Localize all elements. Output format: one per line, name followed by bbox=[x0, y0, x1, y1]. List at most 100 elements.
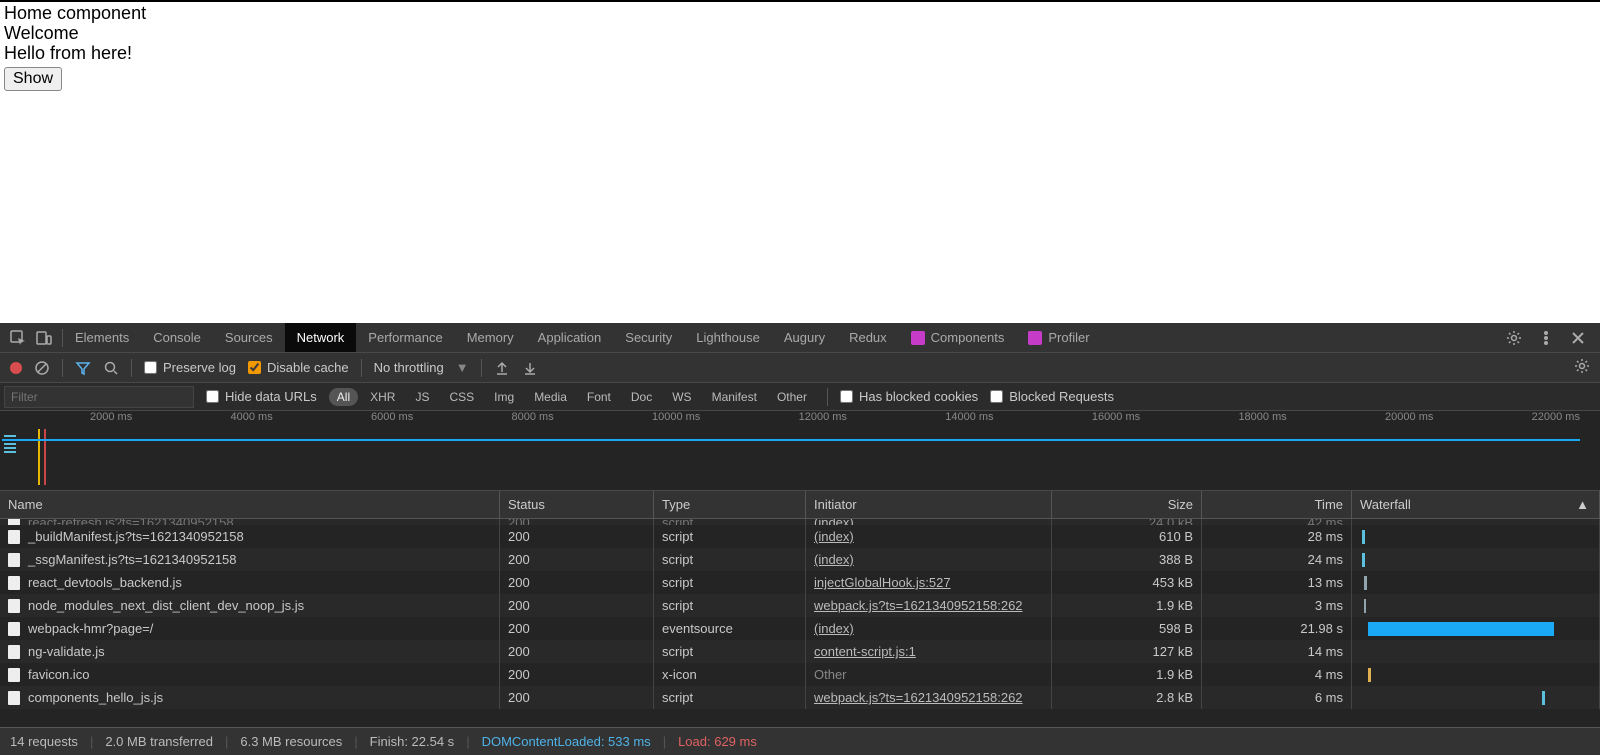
initiator-link[interactable]: (index) bbox=[814, 621, 854, 636]
blocked-requests-checkbox[interactable]: Blocked Requests bbox=[990, 389, 1114, 404]
waterfall-bar bbox=[1368, 622, 1554, 636]
table-row[interactable]: react_devtools_backend.js 200 script inj… bbox=[0, 571, 1600, 594]
tab-console[interactable]: Console bbox=[141, 323, 213, 352]
tab-security[interactable]: Security bbox=[613, 323, 684, 352]
initiator-link[interactable]: injectGlobalHook.js:527 bbox=[814, 575, 951, 590]
filter-type-js[interactable]: JS bbox=[407, 388, 437, 406]
file-icon bbox=[8, 691, 20, 705]
table-row[interactable]: ng-validate.js 200 script content-script… bbox=[0, 640, 1600, 663]
close-icon[interactable] bbox=[1570, 330, 1586, 346]
table-row[interactable]: _buildManifest.js?ts=1621340952158 200 s… bbox=[0, 525, 1600, 548]
kebab-menu-icon[interactable] bbox=[1538, 330, 1554, 346]
tab-sources[interactable]: Sources bbox=[213, 323, 285, 352]
tab-memory[interactable]: Memory bbox=[455, 323, 526, 352]
waterfall-bar bbox=[1368, 668, 1371, 682]
filter-type-xhr[interactable]: XHR bbox=[362, 388, 403, 406]
sort-asc-icon: ▲ bbox=[1576, 497, 1589, 512]
page-heading: Home component bbox=[4, 4, 1596, 24]
page-text: Hello from here! bbox=[4, 44, 1596, 64]
search-icon[interactable] bbox=[103, 360, 119, 376]
has-blocked-cookies-checkbox[interactable]: Has blocked cookies bbox=[840, 389, 978, 404]
initiator-link[interactable]: (index) bbox=[814, 552, 854, 567]
status-dcl: DOMContentLoaded: 533 ms bbox=[482, 734, 651, 749]
record-icon[interactable] bbox=[10, 362, 22, 374]
tab-lighthouse[interactable]: Lighthouse bbox=[684, 323, 772, 352]
tab-elements[interactable]: Elements bbox=[63, 323, 141, 352]
col-header-time[interactable]: Time bbox=[1202, 491, 1352, 518]
network-table-header: Name Status Type Initiator Size Time Wat… bbox=[0, 491, 1600, 519]
waterfall-bar bbox=[1362, 553, 1365, 567]
tab-augury[interactable]: Augury bbox=[772, 323, 837, 352]
waterfall-bar bbox=[1542, 691, 1545, 705]
chevron-down-icon[interactable]: ▼ bbox=[456, 360, 469, 375]
filter-type-other[interactable]: Other bbox=[769, 388, 815, 406]
show-button[interactable]: Show bbox=[4, 67, 62, 91]
preserve-log-checkbox[interactable]: Preserve log bbox=[144, 360, 236, 375]
file-icon bbox=[8, 645, 20, 659]
tab-application[interactable]: Application bbox=[526, 323, 614, 352]
network-settings-gear-icon[interactable] bbox=[1574, 358, 1590, 374]
file-icon bbox=[8, 599, 20, 613]
table-row[interactable]: node_modules_next_dist_client_dev_noop_j… bbox=[0, 594, 1600, 617]
col-header-type[interactable]: Type bbox=[654, 491, 806, 518]
page-text: Welcome bbox=[4, 24, 1596, 44]
status-requests: 14 requests bbox=[10, 734, 78, 749]
initiator-link[interactable]: content-script.js:1 bbox=[814, 644, 916, 659]
network-timeline[interactable]: 2000 ms4000 ms6000 ms8000 ms10000 ms1200… bbox=[0, 411, 1600, 491]
inspect-element-icon[interactable] bbox=[10, 330, 26, 346]
disable-cache-checkbox[interactable]: Disable cache bbox=[248, 360, 349, 375]
clear-icon[interactable] bbox=[34, 360, 50, 376]
tab-network[interactable]: Network bbox=[285, 323, 357, 352]
col-header-waterfall[interactable]: Waterfall▲ bbox=[1352, 491, 1600, 518]
col-header-initiator[interactable]: Initiator bbox=[806, 491, 1052, 518]
initiator-link[interactable]: (index) bbox=[814, 529, 854, 544]
tab-profiler[interactable]: Profiler bbox=[1016, 323, 1101, 352]
table-row[interactable]: webpack-hmr?page=/ 200 eventsource (inde… bbox=[0, 617, 1600, 640]
network-toolbar: Preserve log Disable cache No throttling… bbox=[0, 353, 1600, 383]
col-header-size[interactable]: Size bbox=[1052, 491, 1202, 518]
table-row[interactable]: _ssgManifest.js?ts=1621340952158 200 scr… bbox=[0, 548, 1600, 571]
status-transferred: 2.0 MB transferred bbox=[105, 734, 213, 749]
devtools-panel: ElementsConsoleSourcesNetworkPerformance… bbox=[0, 323, 1600, 755]
status-load: Load: 629 ms bbox=[678, 734, 757, 749]
upload-har-icon[interactable] bbox=[494, 360, 510, 376]
device-toolbar-icon[interactable] bbox=[36, 330, 52, 346]
file-icon bbox=[8, 622, 20, 636]
filter-type-doc[interactable]: Doc bbox=[623, 388, 660, 406]
network-table-body: react-refresh.js?ts=1621340952158200scri… bbox=[0, 519, 1600, 727]
throttling-select[interactable]: No throttling bbox=[374, 360, 444, 375]
filter-icon[interactable] bbox=[75, 360, 91, 376]
file-icon bbox=[8, 553, 20, 567]
tab-components[interactable]: Components bbox=[899, 323, 1017, 352]
file-icon bbox=[8, 576, 20, 590]
filter-type-media[interactable]: Media bbox=[526, 388, 575, 406]
status-resources: 6.3 MB resources bbox=[240, 734, 342, 749]
devtools-tab-bar: ElementsConsoleSourcesNetworkPerformance… bbox=[0, 323, 1600, 353]
status-finish: Finish: 22.54 s bbox=[370, 734, 455, 749]
settings-gear-icon[interactable] bbox=[1506, 330, 1522, 346]
filter-type-ws[interactable]: WS bbox=[664, 388, 699, 406]
page-content: Home component Welcome Hello from here! … bbox=[0, 0, 1600, 93]
filter-bar: Hide data URLs AllXHRJSCSSImgMediaFontDo… bbox=[0, 383, 1600, 411]
file-icon bbox=[8, 530, 20, 544]
file-icon bbox=[8, 668, 20, 682]
filter-type-img[interactable]: Img bbox=[486, 388, 522, 406]
filter-input[interactable] bbox=[4, 386, 194, 408]
col-header-status[interactable]: Status bbox=[500, 491, 654, 518]
tab-performance[interactable]: Performance bbox=[356, 323, 454, 352]
table-row[interactable]: components_hello_js.js 200 script webpac… bbox=[0, 686, 1600, 709]
download-har-icon[interactable] bbox=[522, 360, 538, 376]
initiator-link[interactable]: webpack.js?ts=1621340952158:262 bbox=[814, 690, 1023, 705]
filter-type-css[interactable]: CSS bbox=[441, 388, 482, 406]
waterfall-bar bbox=[1364, 599, 1366, 613]
hide-data-urls-checkbox[interactable]: Hide data URLs bbox=[206, 389, 317, 404]
filter-type-manifest[interactable]: Manifest bbox=[704, 388, 765, 406]
waterfall-bar bbox=[1364, 576, 1367, 590]
col-header-name[interactable]: Name bbox=[0, 491, 500, 518]
tab-redux[interactable]: Redux bbox=[837, 323, 899, 352]
filter-type-all[interactable]: All bbox=[329, 388, 358, 406]
table-row[interactable]: favicon.ico 200 x-icon Other 1.9 kB 4 ms bbox=[0, 663, 1600, 686]
initiator-link[interactable]: webpack.js?ts=1621340952158:262 bbox=[814, 598, 1023, 613]
status-bar: 14 requests| 2.0 MB transferred| 6.3 MB … bbox=[0, 727, 1600, 755]
filter-type-font[interactable]: Font bbox=[579, 388, 619, 406]
